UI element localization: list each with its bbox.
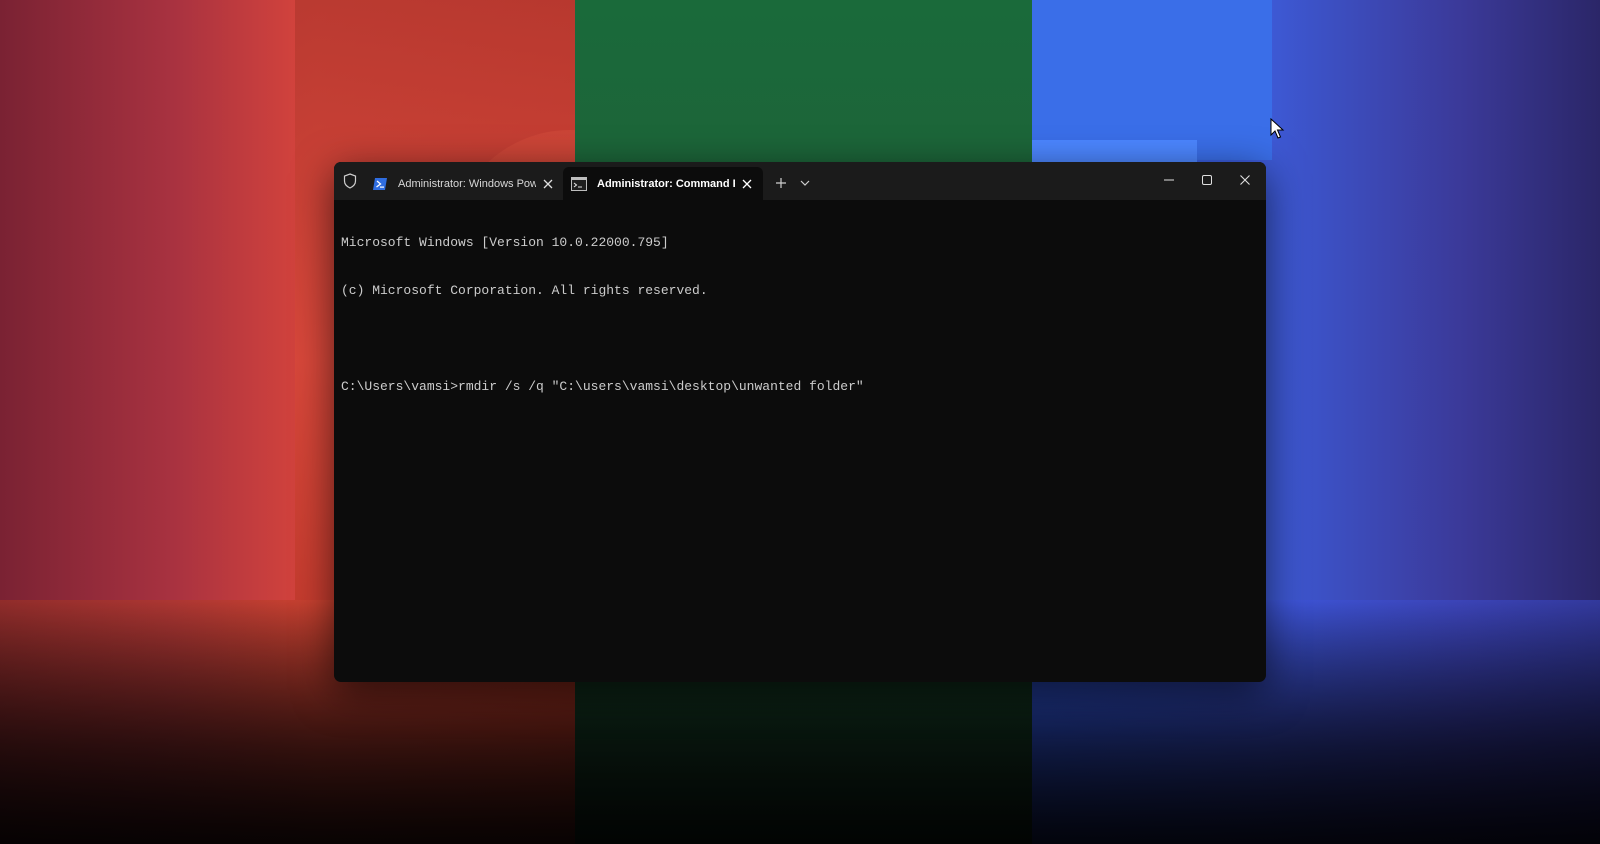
minimize-icon[interactable] <box>1150 166 1188 194</box>
close-icon[interactable] <box>1226 166 1264 194</box>
powershell-icon <box>372 176 388 192</box>
tab-command-prompt-label: Administrator: Command Prompt <box>597 177 735 190</box>
maximize-icon[interactable] <box>1188 166 1226 194</box>
console-line: (c) Microsoft Corporation. All rights re… <box>341 283 708 298</box>
terminal-titlebar[interactable]: Administrator: Windows PowerShell Admini… <box>334 162 1266 200</box>
tab-powershell-label: Administrator: Windows PowerShell <box>398 177 536 190</box>
tab-command-prompt[interactable]: Administrator: Command Prompt <box>563 167 763 200</box>
mouse-pointer-icon <box>1270 117 1286 140</box>
console-line: Microsoft Windows [Version 10.0.22000.79… <box>341 235 669 250</box>
cmd-icon <box>571 176 587 192</box>
wallpaper-blue-inner <box>1032 0 1272 160</box>
terminal-window[interactable]: Administrator: Windows PowerShell Admini… <box>334 162 1266 682</box>
close-icon[interactable] <box>540 176 556 192</box>
console-command-line: C:\Users\vamsi>rmdir /s /q "C:\users\vam… <box>341 379 864 394</box>
plus-icon[interactable] <box>771 173 791 193</box>
console-output[interactable]: Microsoft Windows [Version 10.0.22000.79… <box>341 203 1256 673</box>
chevron-down-icon[interactable] <box>796 173 814 193</box>
shield-icon <box>340 171 360 191</box>
close-icon[interactable] <box>739 176 755 192</box>
tab-powershell[interactable]: Administrator: Windows PowerShell <box>364 167 564 200</box>
